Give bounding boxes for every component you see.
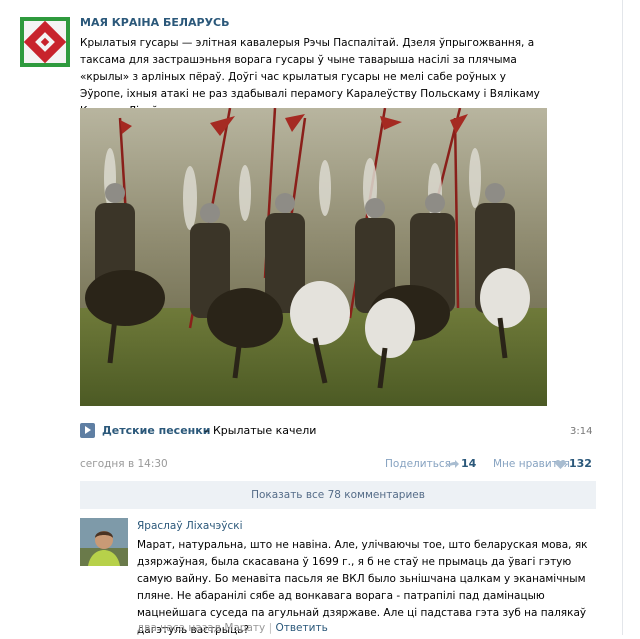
share-icon[interactable] [447, 460, 459, 469]
share-count: 14 [461, 457, 477, 470]
group-name-link[interactable]: МАЯ КРАІНА БЕЛАРУСЬ [80, 16, 230, 29]
like-count: 132 [569, 457, 592, 470]
share-button[interactable]: Поделиться [385, 458, 451, 470]
reply-link[interactable]: Ответить [275, 622, 327, 634]
comment-author-avatar[interactable] [80, 518, 128, 566]
comment-meta: два часа назад Марату | Ответить [137, 622, 328, 634]
post-photo[interactable] [80, 108, 547, 406]
audio-title: – Крылатые качели [204, 424, 317, 437]
audio-artist[interactable]: Детские песенки [102, 424, 210, 437]
heart-icon[interactable] [555, 460, 566, 469]
comment-time[interactable]: два часа назад Марату [137, 622, 265, 634]
audio-track[interactable]: Детские песенки – Крылатые качели 3:14 [80, 423, 593, 439]
show-all-comments-button[interactable]: Показать все 78 комментариев [80, 481, 596, 509]
page-border [622, 0, 623, 635]
group-avatar[interactable] [20, 17, 70, 67]
comment-meta-separator: | [268, 622, 273, 634]
play-icon[interactable] [80, 423, 95, 438]
audio-duration: 3:14 [570, 426, 593, 437]
post-date[interactable]: сегодня в 14:30 [80, 458, 168, 470]
comment-author-name[interactable]: Яраслаў Ліхачэўскі [137, 520, 243, 532]
